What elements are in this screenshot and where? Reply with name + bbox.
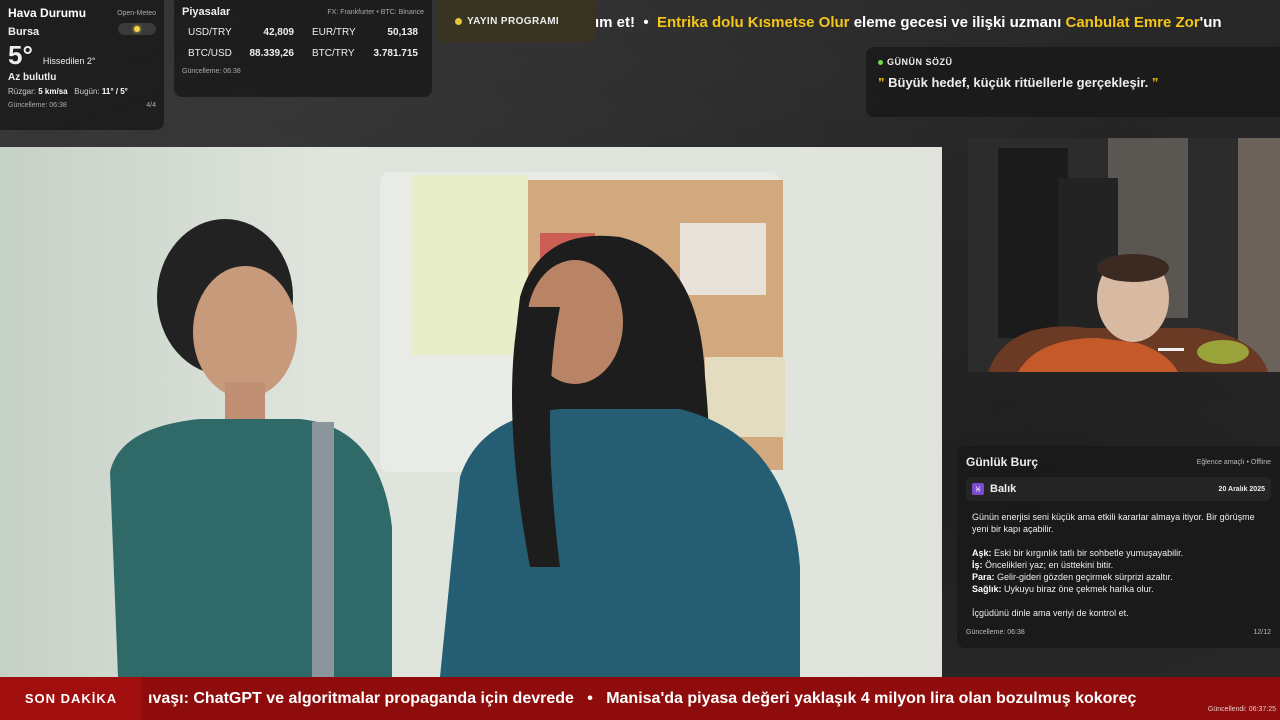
breaking-news-bar: SON DAKİKA ıvaşı: ChatGPT ve algoritmala… [0,677,1280,720]
horoscope-meta: Eğlence amaçlı • Offline [1196,458,1271,466]
quote-widget: GÜNÜN SÖZÜ ” Büyük hedef, küçük ritüelle… [866,47,1280,117]
horoscope-sign: Balık [990,483,1017,495]
horoscope-widget: Günlük Burç Eğlence amaçlı • Offline ♓ B… [957,446,1280,648]
main-video[interactable] [0,147,942,677]
horoscope-closing: İçgüdünü dinle ama veriyi de kontrol et. [972,608,1129,618]
weather-details: Rüzgar: 5 km/sa Bugün: 11° / 5° [8,87,128,96]
weather-title: Hava Durumu [8,6,87,20]
quote-text: ” Büyük hedef, küçük ritüellerle gerçekl… [878,75,1159,90]
rate-usd-try: USD/TRY 42,809 [188,27,294,38]
quote-label: GÜNÜN SÖZÜ [887,57,953,67]
rate-btc-usd: BTC/USD 88.339,26 [188,48,294,59]
horoscope-updated: Güncelleme: 06:38 [966,629,1025,636]
horoscope-title: Günlük Burç [966,455,1039,469]
horoscope-work: İş: Öncelikleri yaz; en üsttekini bitir. [972,560,1114,570]
horoscope-date: 20 Aralık 2025 [1218,485,1265,493]
weather-city: Bursa [8,26,40,38]
weather-condition: Az bulutlu [8,72,57,83]
markets-title: Piyasalar [182,6,231,18]
weather-widget: Hava Durumu Open-Meteo Bursa 5° Hissedil… [0,0,164,130]
news-updated: Güncellendi: 06:37:25 [1207,706,1276,713]
pisces-icon: ♓ [972,483,984,495]
weather-temperature: 5° [8,40,33,70]
horoscope-money: Para: Gelir-gideri gözden geçirmek sürpr… [972,572,1173,582]
markets-updated: Güncelleme: 06:38 [182,68,241,75]
rate-eur-try: EUR/TRY 50,138 [312,27,418,38]
schedule-dot-icon [455,17,462,25]
horoscope-love: Aşk: Eski bir kırgınlık tatlı bir sohbet… [972,548,1184,558]
breaking-news-label: SON DAKİKA [0,677,142,720]
schedule-label: YAYIN PROGRAMI [467,15,560,27]
horoscope-health: Sağlık: Uykuyu biraz öne çekmek harika o… [972,584,1154,594]
webcam-image [968,138,1280,372]
weather-source: Open-Meteo [117,9,156,17]
horoscope-intro: Günün enerjisi seni küçük ama etkili kar… [972,512,1255,534]
weather-feels-like: Hissedilen 2° [42,56,96,66]
video-frame-image [110,172,800,677]
weather-updated: Güncelleme: 06:38 [8,102,67,109]
horoscope-card: ♓ Balık 20 Aralık 2025 [966,477,1271,501]
weather-sun-icon [118,23,156,35]
schedule-button[interactable]: YAYIN PROGRAMI [437,0,595,42]
live-dot-icon [878,59,883,65]
webcam-feed [968,138,1280,372]
top-ticker: ım et! • Entrika dolu Kısmetse Olur elem… [595,14,1222,31]
horoscope-page: 12/12 [1253,629,1271,636]
weather-page: 4/4 [146,102,156,109]
markets-widget: Piyasalar FX: Frankfurter • BTC: Binance… [174,0,432,97]
breaking-news-ticker: ıvaşı: ChatGPT ve algoritmalar propagand… [148,689,1137,707]
rate-btc-try: BTC/TRY 3.781.715 [312,48,418,59]
markets-source: FX: Frankfurter • BTC: Binance [327,8,424,16]
